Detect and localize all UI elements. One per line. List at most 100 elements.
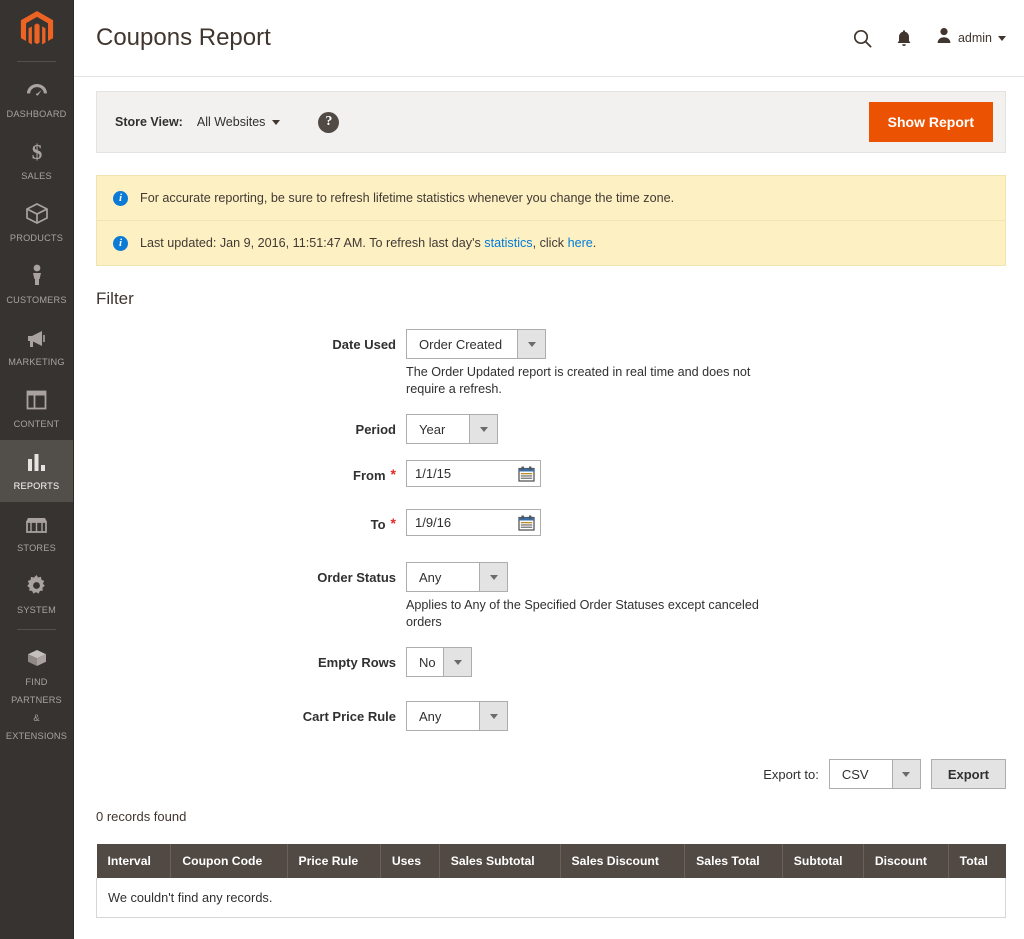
label-text: Period [355,422,396,437]
admin-menu[interactable]: admin [936,27,1006,49]
chevron-down-icon [469,415,497,443]
sidebar-divider-bottom [17,629,56,630]
records-found-count: 0 records found [96,809,187,824]
filter-form: Date Used Order Created The Order Update… [96,329,1006,731]
to-date-field[interactable] [406,509,541,536]
column-header-interval[interactable]: Interval [96,844,172,878]
date-used-note: The Order Updated report is created in r… [406,365,751,396]
label-text: From [353,468,386,483]
column-header-discount[interactable]: Discount [863,844,949,878]
period-select[interactable]: Year [406,414,498,444]
sidebar-item-label: MARKETING [8,357,65,367]
store-switcher-bar: Store View: All Websites ? Show Report [96,91,1006,153]
field-row-order-status: Order Status Any Applies to Any of the S… [96,562,1006,631]
export-to-label: Export to: [763,766,819,782]
sidebar-item-products[interactable]: PRODUCTS [0,192,73,254]
admin-name: admin [957,31,992,45]
field-row-date-used: Date Used Order Created The Order Update… [96,329,1006,398]
export-format-select[interactable]: CSV [828,759,921,789]
message-last-updated: i Last updated: Jan 9, 2016, 11:51:47 AM… [97,220,1005,265]
to-control [406,509,1006,536]
person-icon [2,263,71,286]
column-header-coupon-code[interactable]: Coupon Code [170,844,288,878]
column-header-uses[interactable]: Uses [380,844,440,878]
column-header-total[interactable]: Total [948,844,1006,878]
order-status-label: Order Status [96,562,406,631]
order-status-select[interactable]: Any [406,562,508,592]
coupons-report-table: Interval Coupon Code Price Rule Uses Sal… [96,844,1006,918]
chevron-down-icon [891,760,920,788]
to-date-input[interactable] [413,514,518,531]
store-view-select[interactable]: All Websites [197,115,281,129]
sidebar-item-customers[interactable]: CUSTOMERS [0,254,73,316]
sidebar-item-system[interactable]: SYSTEM [0,564,73,626]
date-used-label: Date Used [96,329,406,398]
label-text: Cart Price Rule [302,709,396,724]
export-button[interactable]: Export [930,759,1006,789]
sidebar-item-stores[interactable]: STORES [0,502,73,564]
label-text: Empty Rows [317,655,396,670]
chevron-down-icon [443,648,471,676]
box-icon [2,201,71,224]
period-value: Year [419,421,446,437]
header-actions: admin [853,27,1006,49]
order-status-control: Any Applies to Any of the Specified Orde… [406,562,1006,631]
sidebar-item-label: SYSTEM [17,605,56,615]
field-row-from: From * [96,460,1006,487]
empty-records-message: We couldn't find any records. [96,878,1006,918]
cart-price-rule-control: Any [406,701,1006,731]
from-label: From * [96,460,406,487]
bar-chart-icon [2,449,71,472]
label-text: Order Status [317,570,396,585]
label-text: Date Used [332,337,396,352]
from-date-input[interactable] [413,465,518,482]
sidebar-item-find-partners[interactable]: FIND PARTNERS & EXTENSIONS [0,636,73,752]
calendar-icon[interactable] [518,515,535,531]
info-icon: i [113,236,128,251]
empty-rows-control: No [406,647,1006,677]
search-icon[interactable] [853,29,872,48]
sidebar-item-marketing[interactable]: MARKETING [0,316,73,378]
cart-price-rule-select[interactable]: Any [406,701,508,731]
page-header: Coupons Report admin [74,0,1024,77]
message-text: For accurate reporting, be sure to refre… [140,191,675,205]
chevron-down-icon [998,35,1006,41]
sidebar-item-content[interactable]: CONTENT [0,378,73,440]
sidebar-item-label: PRODUCTS [9,233,64,243]
order-status-value: Any [419,569,442,585]
statistics-link[interactable]: statistics [484,236,532,250]
column-header-price-rule[interactable]: Price Rule [287,844,381,878]
required-marker: * [390,515,396,531]
sidebar-item-sales[interactable]: $ SALES [0,130,73,192]
column-header-sales-total[interactable]: Sales Total [684,844,783,878]
store-icon [2,511,71,534]
column-header-sales-subtotal[interactable]: Sales Subtotal [439,844,561,878]
primary-sidebar: DASHBOARD $ SALES PRODUCTS CUSTOMERS MAR… [0,0,74,939]
question-mark-icon[interactable]: ? [318,111,340,133]
sidebar-item-reports[interactable]: REPORTS [0,440,73,502]
date-used-select[interactable]: Order Created [406,329,546,359]
magento-logo[interactable] [0,0,73,58]
sidebar-item-label: STORES [17,543,56,553]
avatar [936,27,952,49]
sidebar-item-dashboard[interactable]: DASHBOARD [0,68,73,130]
gear-icon [2,573,71,596]
empty-rows-select[interactable]: No [406,647,472,677]
show-report-button[interactable]: Show Report [868,102,993,142]
export-format-value: CSV [841,766,869,782]
field-row-period: Period Year [96,414,1006,444]
bell-icon[interactable] [896,29,912,48]
main-content: Coupons Report admin Store View: All Web… [74,0,1024,939]
here-link[interactable]: here [568,236,593,250]
calendar-icon[interactable] [518,466,535,482]
sidebar-item-label: REPORTS [13,481,60,491]
date-used-control: Order Created The Order Updated report i… [406,329,1006,398]
megaphone-icon [2,325,71,348]
message-middle: , click [532,236,568,250]
column-header-sales-discount[interactable]: Sales Discount [560,844,686,878]
cart-price-rule-value: Any [419,708,442,724]
column-header-subtotal[interactable]: Subtotal [782,844,864,878]
from-date-field[interactable] [406,460,541,487]
required-marker: * [390,466,396,482]
to-label: To * [96,509,406,536]
